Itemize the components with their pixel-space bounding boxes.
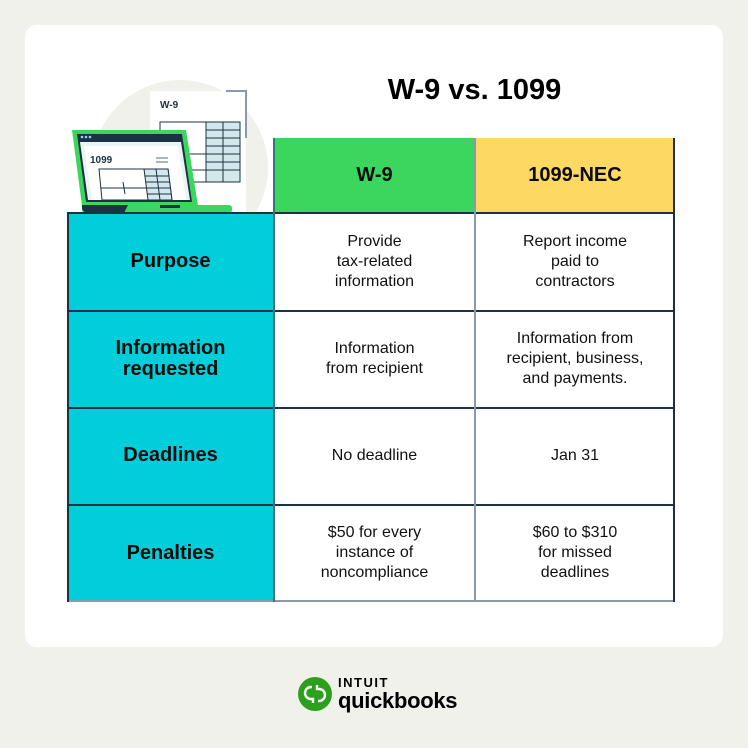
grid-line: [273, 138, 275, 602]
cell-deadlines-1099: Jan 31: [475, 407, 675, 504]
grid-line: [67, 600, 675, 602]
grid-line: [474, 138, 476, 602]
header-w9: W-9: [274, 138, 475, 213]
cell-information-w9: Information from recipient: [274, 310, 475, 407]
cell-penalties-1099: $60 to $310 for missed deadlines: [475, 504, 675, 602]
row-label-deadlines: Deadlines: [67, 407, 274, 504]
grid-line: [67, 504, 675, 506]
grid-line: [67, 310, 675, 312]
cell-information-1099: Information from recipient, business, an…: [475, 310, 675, 407]
cell-purpose-w9: Provide tax-related information: [274, 213, 475, 310]
grid-line: [67, 212, 675, 214]
row-label-purpose: Purpose: [67, 213, 274, 310]
brand-product: quickbooks: [338, 688, 458, 713]
row-label-penalties: Penalties: [67, 504, 274, 602]
page-title: W-9 vs. 1099: [387, 74, 562, 106]
w9-doc-label: W-9: [160, 100, 179, 111]
cell-deadlines-w9: No deadline: [274, 407, 475, 504]
header-1099-nec: 1099-NEC: [475, 138, 675, 213]
quickbooks-icon: [298, 677, 332, 711]
cell-purpose-1099: Report income paid to contractors: [475, 213, 675, 310]
cell-penalties-w9: $50 for every instance of noncompliance: [274, 504, 475, 602]
row-label-information-requested: Information requested: [67, 310, 274, 407]
intuit-quickbooks-logo: INTUIT quickbooks: [298, 676, 458, 713]
grid-line: [67, 407, 675, 409]
grid-line: [673, 138, 675, 602]
comparison-table: W-9 1099-NEC Purpose Provide tax-related…: [67, 138, 675, 602]
grid-line: [67, 213, 69, 602]
